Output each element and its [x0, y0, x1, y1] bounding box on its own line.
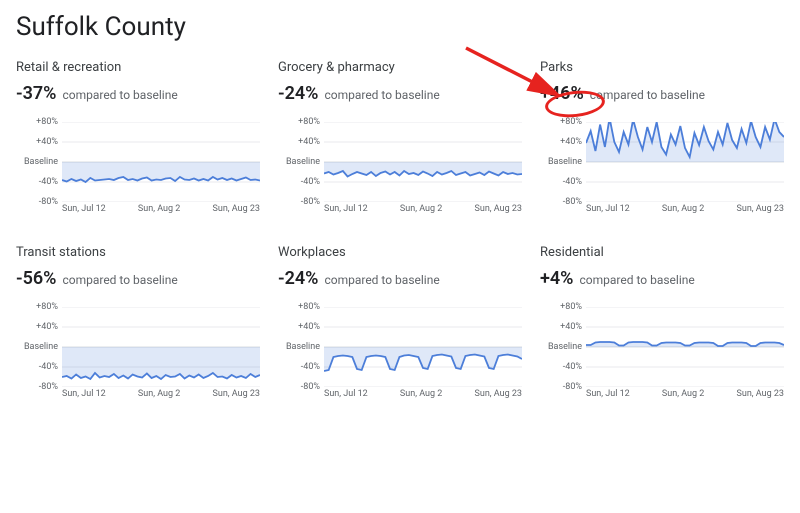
plot-area: [586, 307, 784, 387]
x-tick-label: Sun, Aug 23: [737, 204, 784, 214]
y-tick-label: -40%: [301, 362, 320, 372]
y-tick-label: +80%: [298, 117, 320, 127]
y-tick-label: -40%: [39, 177, 58, 187]
chart: +80%+40%Baseline-40%-80% Sun, Jul 12Sun,…: [540, 122, 784, 227]
card-title: Grocery & pharmacy: [278, 60, 522, 75]
card-title: Retail & recreation: [16, 60, 260, 75]
plot-area: [62, 307, 260, 387]
x-tick-label: Sun, Jul 12: [62, 389, 106, 399]
x-tick-label: Sun, Aug 2: [662, 204, 704, 214]
x-tick-label: Sun, Jul 12: [586, 389, 630, 399]
plot-area: [324, 122, 522, 202]
x-tick-label: Sun, Jul 12: [62, 204, 106, 214]
x-axis-labels: Sun, Jul 12 Sun, Aug 2 Sun, Aug 23: [324, 204, 522, 214]
x-tick-label: Sun, Aug 2: [138, 389, 180, 399]
plot-area: [324, 307, 522, 387]
chart-card: Grocery & pharmacy -24% compared to baseli…: [278, 60, 522, 227]
x-tick-label: Sun, Aug 2: [138, 204, 180, 214]
chart-card: Workplaces -24% compared to baseline +80% +4…: [278, 245, 522, 412]
y-tick-label: +40%: [560, 137, 582, 147]
chart-card: Retail & recreation -37% compared to basel…: [16, 60, 260, 227]
x-axis-labels: Sun, Jul 12 Sun, Aug 2 Sun, Aug 23: [324, 389, 522, 399]
x-axis-labels: Sun, Jul 12 Sun, Aug 2 Sun, Aug 23: [586, 204, 784, 214]
chart-card: Transit stations -56% compared to baseline…: [16, 245, 260, 412]
x-tick-label: Sun, Jul 12: [324, 389, 368, 399]
compared-label: compared to baseline: [62, 88, 177, 102]
compared-label: compared to baseline: [62, 273, 177, 287]
y-tick-label: -40%: [301, 177, 320, 187]
plot-area: [62, 122, 260, 202]
chart-card: Residential +4% compared to baseline +80% +4…: [540, 245, 784, 412]
x-axis-labels: Sun, Jul 12 Sun, Aug 2 Sun, Aug 23: [62, 204, 260, 214]
y-tick-label: +80%: [560, 117, 582, 127]
y-tick-label: -80%: [563, 382, 582, 392]
x-axis-labels: Sun, Jul 12 Sun, Aug 2 Sun, Aug 23: [62, 389, 260, 399]
y-tick-label: Baseline: [24, 157, 58, 167]
y-tick-label: +40%: [298, 137, 320, 147]
compared-label: compared to baseline: [324, 273, 439, 287]
x-tick-label: Sun, Jul 12: [586, 204, 630, 214]
y-tick-label: +40%: [560, 322, 582, 332]
y-tick-label: +40%: [36, 137, 58, 147]
compared-label: compared to baseline: [324, 88, 439, 102]
x-tick-label: Sun, Aug 23: [475, 204, 522, 214]
value-row: -56% compared to baseline: [16, 268, 260, 297]
x-tick-label: Sun, Aug 2: [400, 389, 442, 399]
y-tick-label: -80%: [39, 197, 58, 207]
x-tick-label: Sun, Aug 23: [475, 389, 522, 399]
y-tick-label: Baseline: [548, 342, 582, 352]
y-tick-label: +80%: [36, 302, 58, 312]
y-tick-label: -80%: [301, 197, 320, 207]
x-axis-labels: Sun, Jul 12 Sun, Aug 2 Sun, Aug 23: [586, 389, 784, 399]
y-tick-label: +80%: [298, 302, 320, 312]
compared-label: compared to baseline: [579, 273, 694, 287]
card-title: Parks: [540, 60, 784, 75]
change-value: -24%: [278, 268, 318, 289]
card-title: Residential: [540, 245, 784, 260]
y-tick-label: -80%: [301, 382, 320, 392]
card-title: Workplaces: [278, 245, 522, 260]
chart: +80%+40%Baseline-40%-80% Sun, Jul 12Sun,…: [278, 307, 522, 412]
change-value: +4%: [540, 268, 573, 289]
x-tick-label: Sun, Jul 12: [324, 204, 368, 214]
y-tick-label: +40%: [36, 322, 58, 332]
chart: +80%+40%Baseline-40%-80% Sun, Jul 12Sun,…: [16, 307, 260, 412]
card-title: Transit stations: [16, 245, 260, 260]
chart: +80%+40%Baseline-40%-80% Sun, Jul 12Sun,…: [278, 122, 522, 227]
page-title: Suffolk County: [16, 12, 784, 42]
y-tick-label: +80%: [560, 302, 582, 312]
plot-area: [586, 122, 784, 202]
y-tick-label: -40%: [39, 362, 58, 372]
chart: +80%+40%Baseline-40%-80% Sun, Jul 12Sun,…: [540, 307, 784, 412]
x-tick-label: Sun, Aug 2: [662, 389, 704, 399]
change-value: -56%: [16, 268, 56, 289]
value-row: -24% compared to baseline: [278, 83, 522, 112]
y-tick-label: +40%: [298, 322, 320, 332]
y-tick-label: Baseline: [548, 157, 582, 167]
change-value: -37%: [16, 83, 56, 104]
y-tick-label: -40%: [563, 177, 582, 187]
x-tick-label: Sun, Aug 2: [400, 204, 442, 214]
y-tick-label: -80%: [563, 197, 582, 207]
x-tick-label: Sun, Aug 23: [737, 389, 784, 399]
value-row: -37% compared to baseline: [16, 83, 260, 112]
x-tick-label: Sun, Aug 23: [213, 389, 260, 399]
value-row: -24% compared to baseline: [278, 268, 522, 297]
x-tick-label: Sun, Aug 23: [213, 204, 260, 214]
value-row: +4% compared to baseline: [540, 268, 784, 297]
y-tick-label: Baseline: [286, 157, 320, 167]
y-tick-label: Baseline: [24, 342, 58, 352]
chart-card: Parks+46%compared to baseline+80%+40%Bas…: [540, 60, 784, 227]
y-tick-label: Baseline: [286, 342, 320, 352]
y-tick-label: -40%: [563, 362, 582, 372]
charts-grid: Retail & recreation -37% compared to basel…: [16, 60, 784, 412]
chart: +80%+40%Baseline-40%-80% Sun, Jul 12Sun,…: [16, 122, 260, 227]
change-value: -24%: [278, 83, 318, 104]
y-tick-label: -80%: [39, 382, 58, 392]
compared-label: compared to baseline: [590, 88, 705, 102]
y-tick-label: +80%: [36, 117, 58, 127]
